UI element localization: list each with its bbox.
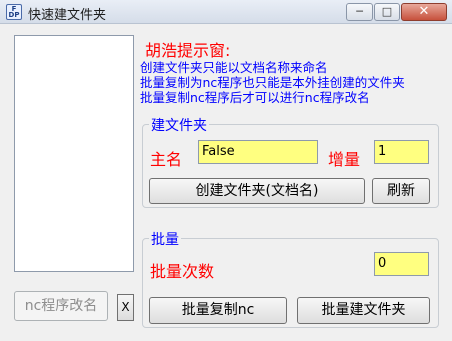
increment-input[interactable]: 1 [374,140,429,164]
batch-group-title: 批量 [149,229,181,249]
batch-copy-nc-button[interactable]: 批量复制nc [149,297,287,324]
title-bar: F DP 快速建文件夹 ─ □ ✕ [0,0,452,24]
create-folder-group-title: 建文件夹 [149,115,209,135]
folder-listbox[interactable] [14,35,134,272]
batch-count-label: 批量次数 [150,262,215,281]
refresh-button[interactable]: 刷新 [372,178,430,204]
close-window-button[interactable]: ✕ [401,3,447,21]
batch-count-input[interactable]: 0 [374,252,429,276]
maximize-button[interactable]: □ [374,3,400,21]
main-name-label: 主名 [150,150,183,169]
window-title: 快速建文件夹 [28,8,107,23]
batch-create-folder-button[interactable]: 批量建文件夹 [297,297,430,324]
create-folder-button[interactable]: 创建文件夹(文档名) [149,178,365,204]
nc-rename-button[interactable]: nc程序改名 [14,291,108,321]
app-icon: F DP [6,4,22,20]
minimize-button[interactable]: ─ [346,3,373,21]
main-name-input[interactable]: False [198,140,318,164]
clear-list-button[interactable]: X [117,294,134,321]
increment-label: 增量 [328,150,361,169]
hint-line-3: 批量复制nc程序后才可以进行nc程序改名 [140,90,370,105]
